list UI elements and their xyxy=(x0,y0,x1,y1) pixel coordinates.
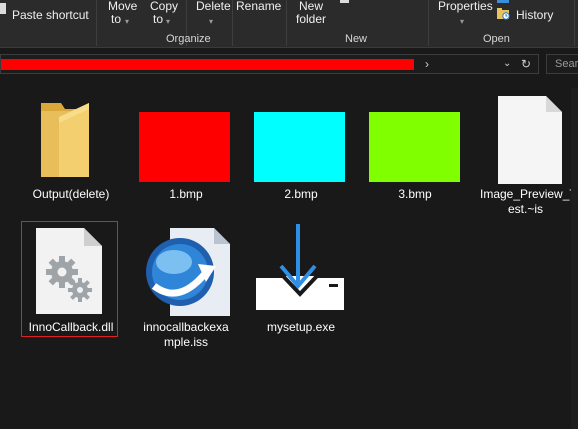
move-dropdown-icon[interactable]: ▾ xyxy=(125,15,129,28)
image-thumbnail xyxy=(369,112,460,182)
paste-shortcut-icon xyxy=(0,3,6,14)
paste-shortcut-button[interactable]: Paste shortcut xyxy=(12,9,89,22)
file-item-image-preview-test[interactable]: Image_Preview_T est.~is xyxy=(474,90,578,220)
file-name-label-line-1: Image_Preview_T xyxy=(480,187,577,201)
address-dropdown-icon[interactable]: ⌄ xyxy=(503,58,511,69)
new-folder-label-2[interactable]: folder xyxy=(296,13,326,26)
file-item-1-bmp[interactable]: 1.bmp xyxy=(130,90,242,210)
inno-setup-script-icon xyxy=(146,228,230,316)
address-row: › ⌄ ↻ Sear xyxy=(0,48,578,79)
vertical-scrollbar[interactable] xyxy=(571,88,578,429)
file-name-label-line-1: innocallbackexa xyxy=(143,320,229,334)
file-item-3-bmp[interactable]: 3.bmp xyxy=(359,90,471,210)
file-name-label: 3.bmp xyxy=(398,187,432,201)
file-name-label-line-2: mple.iss xyxy=(163,335,208,349)
dll-gear-icon xyxy=(36,228,102,314)
image-thumbnail xyxy=(254,112,345,182)
file-item-2-bmp[interactable]: 2.bmp xyxy=(245,90,357,210)
address-bar[interactable]: › ⌄ ↻ xyxy=(0,54,539,74)
file-item-innocallback-dll[interactable]: InnoCallback.dll xyxy=(15,222,127,342)
delete-dropdown-icon[interactable]: ▾ xyxy=(209,15,213,28)
new-item-icon[interactable] xyxy=(340,0,349,3)
ribbon: Paste shortcut Move to ▾ Copy to ▾ Delet… xyxy=(0,0,578,48)
move-to-label-2[interactable]: to xyxy=(111,13,121,26)
file-name-label: 2.bmp xyxy=(284,187,318,201)
delete-button[interactable]: Delete xyxy=(196,0,231,13)
file-item-mysetup-exe[interactable]: mysetup.exe xyxy=(245,222,357,342)
file-item-folder[interactable]: Output(delete) xyxy=(15,90,127,210)
breadcrumb-chevron-icon[interactable]: › xyxy=(425,57,429,71)
image-thumbnail xyxy=(139,112,230,182)
copy-to-label-2[interactable]: to xyxy=(153,13,163,26)
file-name-label: mysetup.exe xyxy=(266,320,336,334)
refresh-icon[interactable]: ↻ xyxy=(521,57,531,71)
group-organize: Organize xyxy=(166,33,211,45)
properties-dropdown-icon[interactable]: ▾ xyxy=(460,15,464,28)
search-box[interactable]: Sear xyxy=(546,54,578,74)
blank-file-icon xyxy=(498,96,562,184)
properties-button[interactable]: Properties xyxy=(438,0,493,13)
installer-download-icon xyxy=(256,224,344,310)
history-icon[interactable] xyxy=(497,8,510,20)
file-name-label: 1.bmp xyxy=(169,187,203,201)
copy-dropdown-icon[interactable]: ▾ xyxy=(166,15,170,28)
folder-icon xyxy=(41,103,89,177)
rename-button[interactable]: Rename xyxy=(236,0,281,13)
open-icon[interactable] xyxy=(497,0,509,3)
file-item-innocallbackexample-iss[interactable]: innocallbackexa mple.iss xyxy=(130,222,242,352)
history-button[interactable]: History xyxy=(516,9,553,22)
search-input[interactable]: Sear xyxy=(555,58,578,70)
file-name-label-line-2: est.~is xyxy=(508,202,544,216)
file-name-label: InnoCallback.dll xyxy=(28,320,114,334)
address-path-redacted xyxy=(1,59,414,70)
file-name-label: Output(delete) xyxy=(32,187,110,201)
group-open: Open xyxy=(483,33,510,45)
group-new: New xyxy=(345,33,368,45)
